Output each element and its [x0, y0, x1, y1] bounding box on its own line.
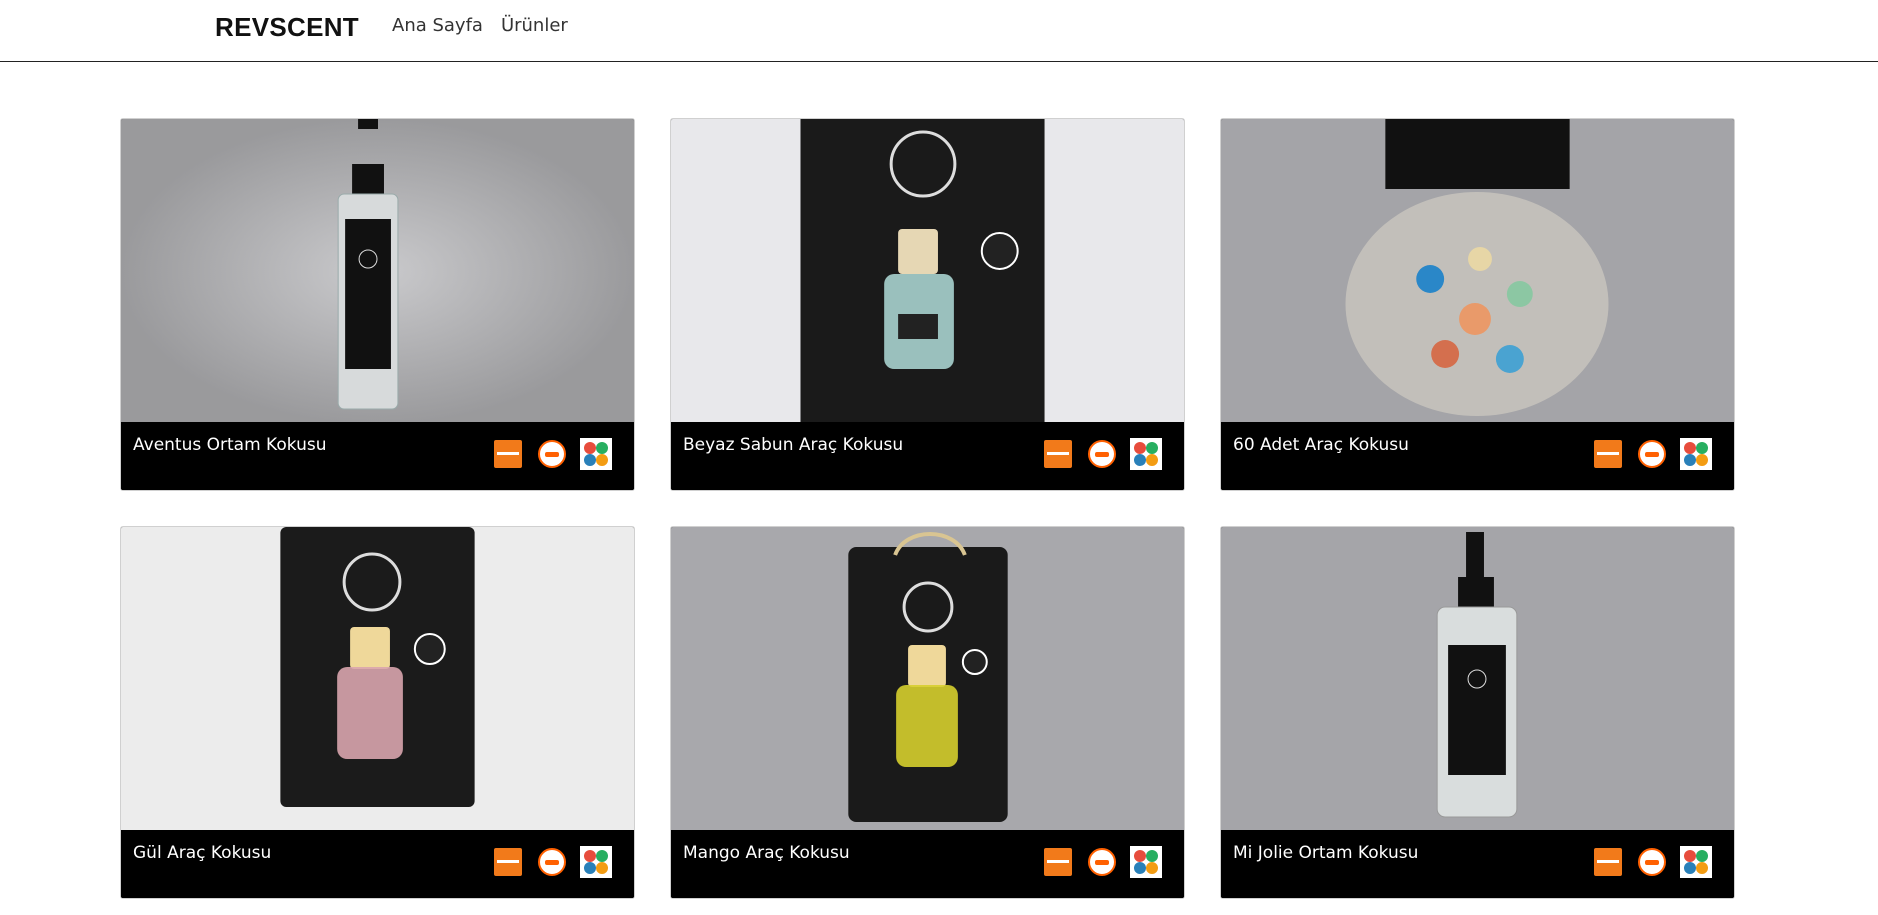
- product-card[interactable]: 60 Adet Araç Kokusu: [1220, 118, 1735, 491]
- main-nav: Ana Sayfa Ürünler: [392, 15, 568, 36]
- hepsiburada-icon[interactable]: [1086, 438, 1118, 470]
- store-links: [1592, 438, 1712, 470]
- trendyol-icon[interactable]: [492, 846, 524, 878]
- store-links: [492, 438, 612, 470]
- product-title[interactable]: Mango Araç Kokusu: [683, 843, 850, 863]
- top-navbar: REVSCENT Ana Sayfa Ürünler: [0, 0, 1878, 62]
- store-links: [1592, 846, 1712, 878]
- hepsiburada-icon[interactable]: [1086, 846, 1118, 878]
- n11-icon[interactable]: [1130, 846, 1162, 878]
- n11-icon[interactable]: [580, 846, 612, 878]
- product-card-footer: 60 Adet Araç Kokusu: [1221, 422, 1734, 490]
- product-card[interactable]: Aventus Ortam Kokusu: [120, 118, 635, 491]
- store-links: [492, 846, 612, 878]
- product-title[interactable]: Beyaz Sabun Araç Kokusu: [683, 435, 903, 455]
- n11-icon[interactable]: [1130, 438, 1162, 470]
- nav-link-products[interactable]: Ürünler: [501, 15, 568, 36]
- hepsiburada-icon[interactable]: [536, 846, 568, 878]
- hepsiburada-icon[interactable]: [1636, 438, 1668, 470]
- product-card[interactable]: Beyaz Sabun Araç Kokusu: [670, 118, 1185, 491]
- trendyol-icon[interactable]: [492, 438, 524, 470]
- product-image[interactable]: [121, 527, 634, 832]
- hepsiburada-icon[interactable]: [536, 438, 568, 470]
- product-title[interactable]: Aventus Ortam Kokusu: [133, 435, 326, 455]
- product-card-footer: Aventus Ortam Kokusu: [121, 422, 634, 490]
- n11-icon[interactable]: [1680, 438, 1712, 470]
- brand-logo[interactable]: REVSCENT: [215, 12, 359, 43]
- store-links: [1042, 438, 1162, 470]
- product-card-footer: Beyaz Sabun Araç Kokusu: [671, 422, 1184, 490]
- product-image[interactable]: [1221, 527, 1734, 832]
- store-links: [1042, 846, 1162, 878]
- product-card[interactable]: Mango Araç Kokusu: [670, 526, 1185, 899]
- product-image[interactable]: [1221, 119, 1734, 424]
- nav-link-home[interactable]: Ana Sayfa: [392, 15, 483, 36]
- product-image[interactable]: [121, 119, 634, 424]
- product-card-footer: Gül Araç Kokusu: [121, 830, 634, 898]
- trendyol-icon[interactable]: [1592, 846, 1624, 878]
- product-title[interactable]: Mi Jolie Ortam Kokusu: [1233, 843, 1418, 863]
- trendyol-icon[interactable]: [1042, 846, 1074, 878]
- product-image[interactable]: [671, 527, 1184, 832]
- n11-icon[interactable]: [1680, 846, 1712, 878]
- trendyol-icon[interactable]: [1042, 438, 1074, 470]
- trendyol-icon[interactable]: [1592, 438, 1624, 470]
- product-image[interactable]: [671, 119, 1184, 424]
- n11-icon[interactable]: [580, 438, 612, 470]
- hepsiburada-icon[interactable]: [1636, 846, 1668, 878]
- product-grid: Aventus Ortam Kokusu Beyaz Sabun Araç Ko…: [120, 118, 1736, 899]
- product-card-footer: Mi Jolie Ortam Kokusu: [1221, 830, 1734, 898]
- product-card[interactable]: Mi Jolie Ortam Kokusu: [1220, 526, 1735, 899]
- product-title[interactable]: Gül Araç Kokusu: [133, 843, 271, 863]
- product-card[interactable]: Gül Araç Kokusu: [120, 526, 635, 899]
- product-card-footer: Mango Araç Kokusu: [671, 830, 1184, 898]
- product-title[interactable]: 60 Adet Araç Kokusu: [1233, 435, 1409, 455]
